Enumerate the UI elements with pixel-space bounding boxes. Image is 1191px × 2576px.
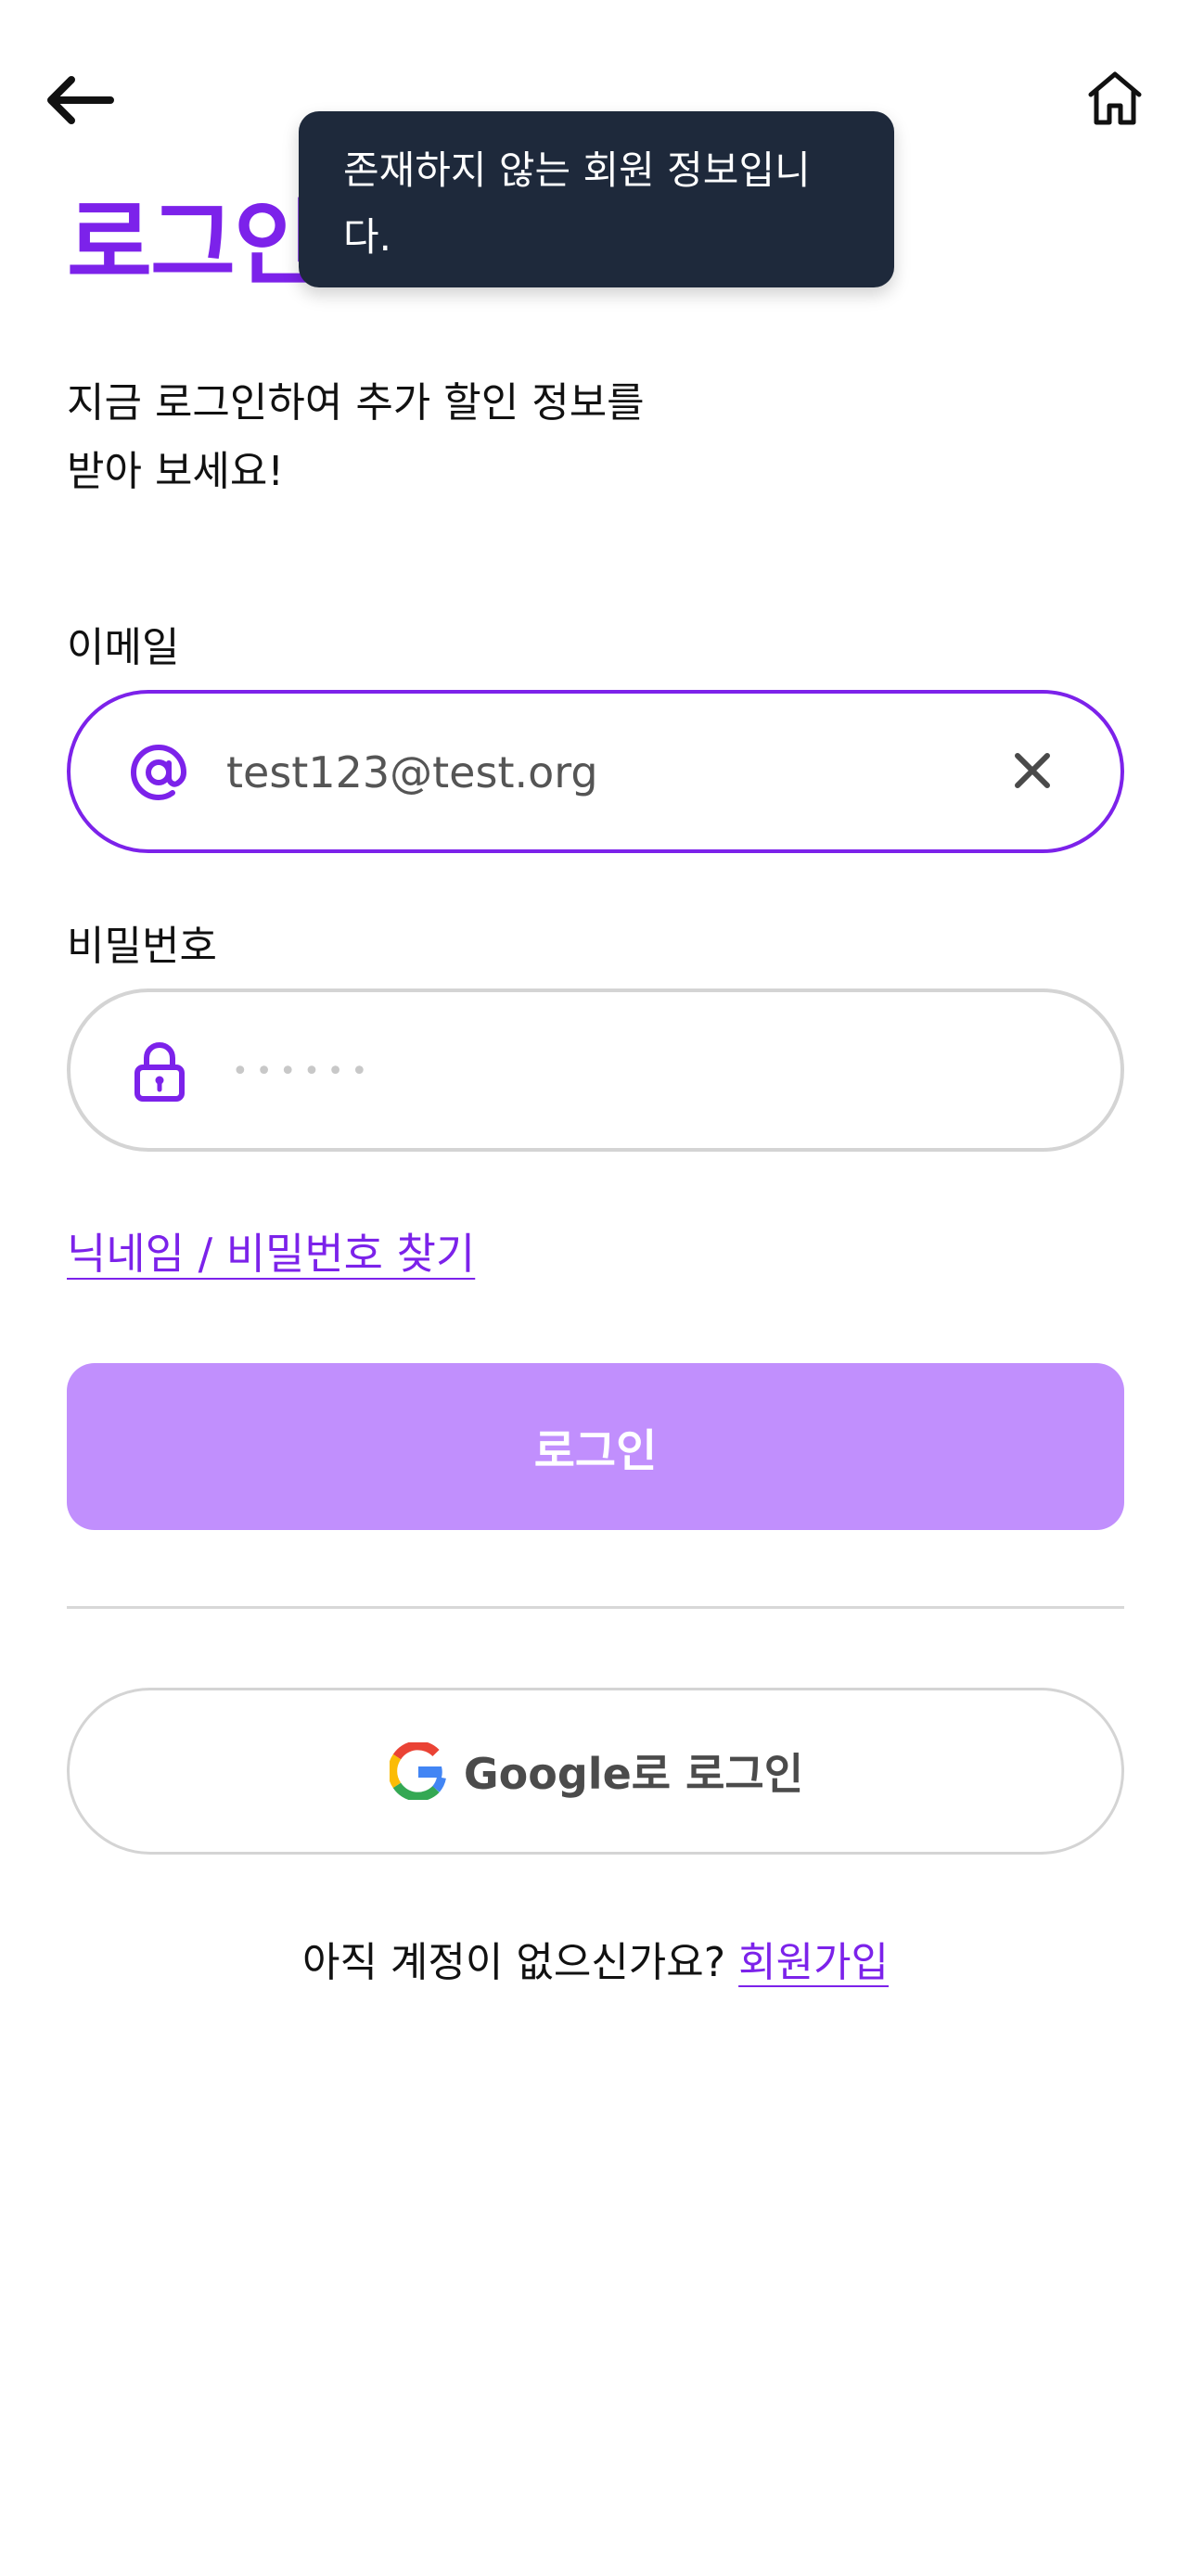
password-label: 비밀번호 [67, 923, 217, 970]
back-button[interactable] [37, 65, 121, 139]
signup-link[interactable]: 회원가입 [738, 1929, 889, 1988]
login-button[interactable]: 로그인 [67, 1363, 1124, 1530]
lock-icon [128, 1039, 191, 1105]
page-title: 로그인 [67, 189, 319, 298]
error-toast: 존재하지 않는 회원 정보입니 다. [299, 111, 894, 287]
toast-message-line2: 다. [343, 214, 391, 260]
page-subtitle: 지금 로그인하여 추가 할인 정보를 받아 보세요! [67, 369, 772, 506]
home-button[interactable] [1076, 61, 1154, 139]
signup-row: 아직 계정이 없으신가요? 회원가입 [0, 1929, 1191, 1988]
email-label: 이메일 [67, 624, 180, 671]
find-account-link[interactable]: 닉네임 / 비밀번호 찾기 [67, 1220, 475, 1282]
home-icon [1085, 69, 1145, 132]
subtitle-line2: 받아 보세요! [67, 448, 285, 495]
toast-message-line1: 존재하지 않는 회원 정보입니 [343, 147, 811, 193]
clear-email-button[interactable] [1002, 742, 1063, 803]
arrow-left-icon [42, 72, 116, 132]
google-login-button[interactable]: Google로 로그인 [67, 1688, 1124, 1855]
password-field[interactable] [67, 988, 1124, 1152]
subtitle-line1: 지금 로그인하여 추가 할인 정보를 [67, 379, 645, 427]
signup-prompt: 아직 계정이 없으신가요? [301, 1939, 726, 1986]
at-sign-icon [128, 742, 189, 803]
close-icon [1012, 750, 1053, 795]
divider [67, 1606, 1124, 1609]
google-login-label: Google로 로그인 [463, 1749, 804, 1799]
google-logo-icon [388, 1741, 449, 1802]
email-input[interactable]: test123@test.org [226, 742, 598, 803]
password-input[interactable]: •••••• [232, 1037, 375, 1107]
